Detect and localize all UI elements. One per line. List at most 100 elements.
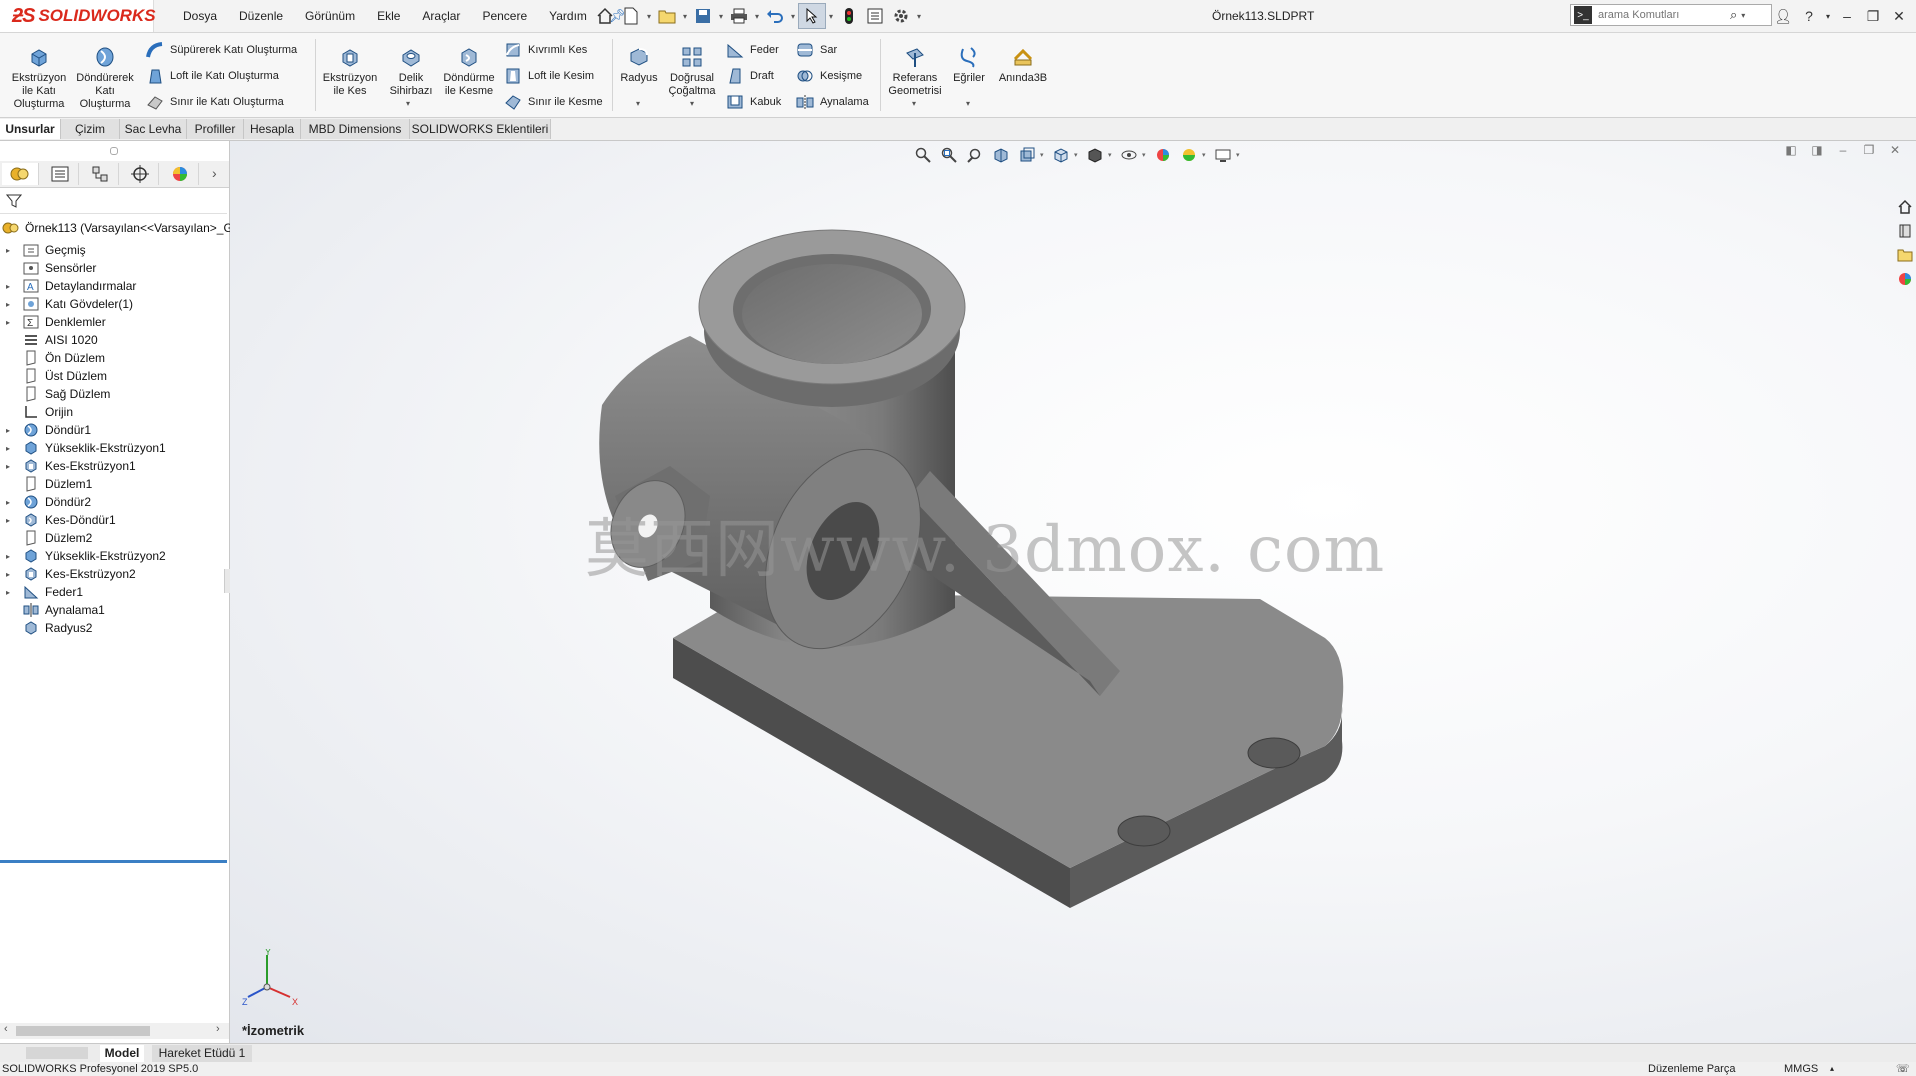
menu-insert[interactable]: Ekle — [366, 9, 411, 23]
menu-tools[interactable]: Araçlar — [411, 9, 471, 23]
reference-geometry-button[interactable]: Referans Geometrisi — [884, 45, 946, 98]
loft-boss-button[interactable]: Loft ile Katı Oluşturma — [146, 67, 279, 85]
expand-arrow-icon[interactable]: ▸ — [6, 570, 16, 579]
tab-sheet-metal[interactable]: Sac Levha — [120, 119, 187, 139]
print-icon[interactable] — [726, 4, 752, 28]
swept-boss-button[interactable]: Süpürerek Katı Oluşturma — [146, 41, 297, 59]
tab-configuration-manager[interactable] — [82, 163, 119, 185]
menu-window[interactable]: Pencere — [471, 9, 538, 23]
menu-help[interactable]: Yardım — [538, 9, 598, 23]
tab-property-manager[interactable] — [42, 163, 79, 185]
undo-icon[interactable] — [762, 4, 788, 28]
linear-pattern-dropdown-icon[interactable]: ▾ — [690, 99, 694, 108]
search-dropdown-icon[interactable]: ▾ — [1741, 11, 1745, 20]
fillet-button[interactable]: Radyus — [618, 45, 660, 85]
tab-nav-arrows[interactable] — [26, 1047, 88, 1059]
undo-dropdown-icon[interactable]: ▾ — [788, 12, 798, 21]
rollback-bar[interactable] — [0, 860, 227, 863]
part-model-3d[interactable] — [230, 141, 1916, 1043]
search-icon[interactable]: ⌕ — [1730, 7, 1737, 23]
expand-arrow-icon[interactable]: ▸ — [6, 426, 16, 435]
status-units[interactable]: MMGS — [1784, 1062, 1818, 1076]
minimize-icon[interactable]: – — [1834, 8, 1860, 24]
tab-dimxpert-manager[interactable] — [122, 163, 159, 185]
expand-arrow-icon[interactable]: ▸ — [6, 516, 16, 525]
expand-arrow-icon[interactable]: ▸ — [6, 282, 16, 291]
status-customize-icon[interactable]: ☏ — [1896, 1062, 1910, 1076]
fillet-dropdown-icon[interactable]: ▾ — [636, 99, 640, 108]
restore-icon[interactable]: ❐ — [1860, 8, 1886, 25]
wrap-button[interactable]: Sar — [796, 41, 837, 59]
draft-button[interactable]: Draft — [726, 67, 774, 85]
boundary-cut-button[interactable]: Sınır ile Kesme — [504, 93, 603, 111]
options-gear-icon[interactable] — [888, 4, 914, 28]
loft-cut-button[interactable]: Loft ile Kesim — [504, 67, 594, 85]
menu-file[interactable]: Dosya — [172, 9, 228, 23]
options-dropdown-icon[interactable]: ▾ — [914, 12, 924, 21]
tab-weldments[interactable]: Profiller — [187, 119, 244, 139]
scroll-left-icon[interactable]: ‹ — [4, 1023, 8, 1035]
search-input[interactable] — [1596, 8, 1730, 22]
horizontal-scrollbar[interactable]: ‹ › — [0, 1023, 229, 1039]
save-icon[interactable] — [690, 4, 716, 28]
panel-collapse-dot-icon[interactable] — [110, 147, 118, 155]
tree-root-part[interactable]: Örnek113 (Varsayılan<<Varsayılan>_G — [0, 217, 233, 239]
tab-model[interactable]: Model — [100, 1045, 144, 1062]
scroll-right-icon[interactable]: › — [216, 1023, 220, 1035]
reference-geometry-dropdown-icon[interactable]: ▾ — [912, 99, 916, 108]
scroll-thumb[interactable] — [16, 1026, 150, 1036]
print-dropdown-icon[interactable]: ▾ — [752, 12, 762, 21]
revolve-boss-button[interactable]: Döndürerek Katı Oluşturma — [74, 45, 136, 111]
rebuild-icon[interactable] — [836, 4, 862, 28]
units-dropdown-icon[interactable]: ▴ — [1830, 1062, 1834, 1076]
expand-arrow-icon[interactable]: ▸ — [6, 246, 16, 255]
select-pointer-icon[interactable] — [798, 3, 826, 29]
fm-tabs-more-icon[interactable]: › — [212, 165, 217, 181]
extrude-boss-button[interactable]: Ekstrüzyon ile Katı Oluşturma — [8, 45, 70, 111]
tab-mbd-dimensions[interactable]: MBD Dimensions — [301, 119, 410, 139]
graphics-area[interactable]: ▾ ▾ ▾ ▾ ▾ ▾ ◧ ◨ – ❐ ✕ 莫西网www. 3dmox. com… — [230, 141, 1916, 1043]
boundary-boss-button[interactable]: Sınır ile Katı Oluşturma — [146, 93, 284, 111]
close-icon[interactable]: ✕ — [1886, 8, 1912, 25]
hole-wizard-dropdown-icon[interactable]: ▾ — [406, 99, 410, 108]
open-folder-icon[interactable] — [654, 4, 680, 28]
expand-arrow-icon[interactable]: ▸ — [6, 300, 16, 309]
expand-arrow-icon[interactable]: ▸ — [6, 588, 16, 597]
tab-motion-study-1[interactable]: Hareket Etüdü 1 — [152, 1045, 252, 1062]
expand-arrow-icon[interactable]: ▸ — [6, 444, 16, 453]
linear-pattern-button[interactable]: Doğrusal Çoğaltma — [664, 45, 720, 98]
tab-sketch[interactable]: Çizim — [61, 119, 120, 139]
expand-arrow-icon[interactable]: ▸ — [6, 462, 16, 471]
new-document-icon[interactable] — [618, 4, 644, 28]
command-search[interactable]: >_ ⌕ ▾ — [1570, 4, 1772, 26]
curves-button[interactable]: Eğriler — [948, 45, 990, 85]
expand-arrow-icon[interactable]: ▸ — [6, 552, 16, 561]
tab-evaluate[interactable]: Hesapla — [244, 119, 301, 139]
help-dropdown-icon[interactable]: ▾ — [1822, 12, 1834, 21]
hole-wizard-button[interactable]: Delik Sihirbazı — [382, 45, 440, 98]
shell-button[interactable]: Kabuk — [726, 93, 781, 111]
file-properties-icon[interactable] — [862, 4, 888, 28]
tab-solidworks-addins[interactable]: SOLIDWORKS Eklentileri — [410, 119, 551, 139]
open-dropdown-icon[interactable]: ▾ — [680, 12, 690, 21]
menu-edit[interactable]: Düzenle — [228, 9, 294, 23]
mirror-button[interactable]: Aynalama — [796, 93, 869, 111]
solidworks-logo[interactable]: ƻS SOLIDWORKS — [0, 0, 156, 32]
curves-dropdown-icon[interactable]: ▾ — [966, 99, 970, 108]
revolve-cut-button[interactable]: Döndürme ile Kesme — [440, 45, 498, 98]
help-icon[interactable]: ? — [1796, 8, 1822, 24]
swept-cut-button[interactable]: Kıvrımlı Kes — [504, 41, 587, 59]
user-account-icon[interactable]: 👤︎ — [1770, 8, 1796, 25]
rib-button[interactable]: Feder — [726, 41, 779, 59]
extrude-cut-button[interactable]: Ekstrüzyon ile Kes — [318, 45, 382, 98]
tree-item[interactable]: Radyus2 — [0, 617, 92, 639]
tab-features[interactable]: Unsurlar — [0, 119, 61, 139]
tab-display-manager[interactable] — [162, 163, 199, 185]
tree-filter-icon[interactable] — [5, 193, 23, 212]
expand-arrow-icon[interactable]: ▸ — [6, 318, 16, 327]
new-dropdown-icon[interactable]: ▾ — [644, 12, 654, 21]
tab-feature-tree[interactable] — [2, 163, 39, 185]
menu-view[interactable]: Görünüm — [294, 9, 366, 23]
instant3d-button[interactable]: Anında3B — [994, 45, 1052, 85]
intersect-button[interactable]: Kesişme — [796, 67, 862, 85]
